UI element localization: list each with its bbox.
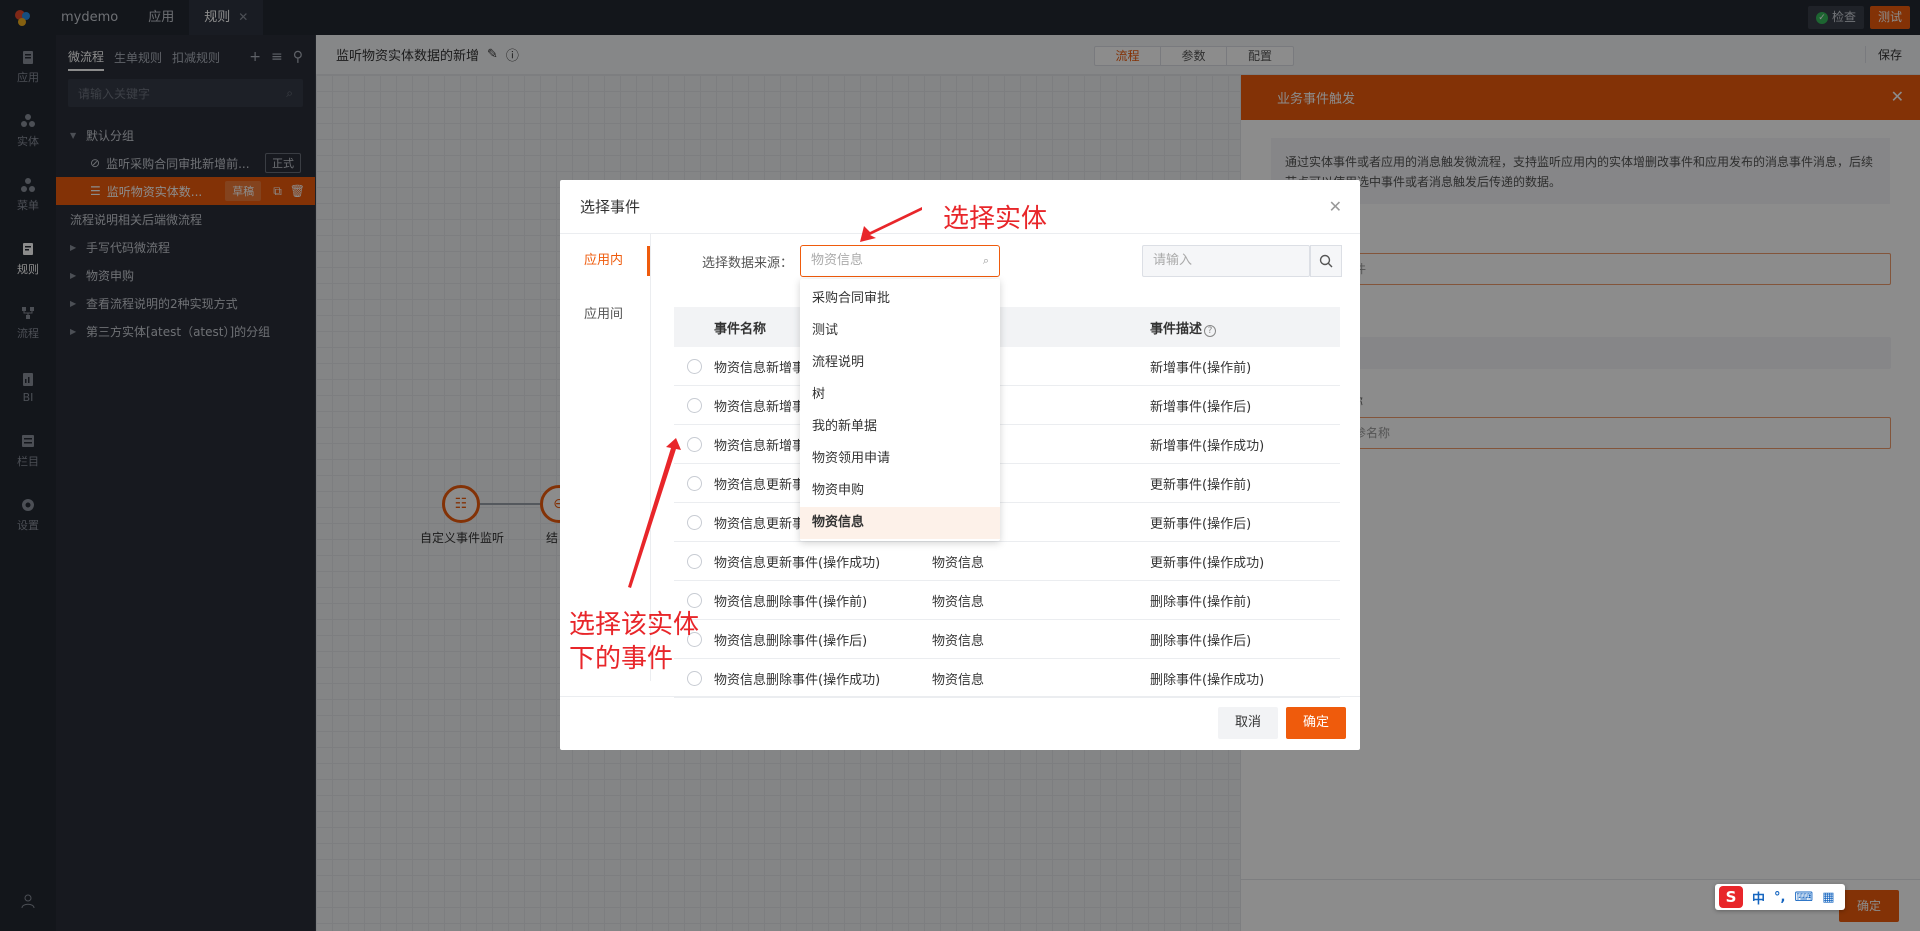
row-radio[interactable] [686,397,702,413]
source-select-value: 物资信息 [811,253,864,268]
event-name-cell: 物资信息删除事件(操作后) [714,633,868,649]
help-icon[interactable]: ? [1204,324,1217,337]
event-desc-cell: 更新事件(操作前) [1150,477,1252,493]
grid-icon[interactable]: ▦ [1822,890,1834,905]
dropdown-option[interactable]: 物资信息 [800,507,1000,539]
row-radio[interactable] [686,553,702,569]
table-row[interactable]: 物资信息更新事件(操作成功) 物资信息 更新事件(操作成功) [674,542,1340,581]
event-name-cell: 物资信息删除事件(操作成功) [714,672,881,688]
event-table: 事件名称 事件描述? 物资信息新增事件(操作前)物资信息新增事件(操作前)物资信… [674,307,1340,698]
dropdown-option[interactable]: 物资申购 [800,475,1000,507]
event-name-cell: 物资信息删除事件(操作前) [714,594,868,610]
table-row[interactable]: 物资信息删除事件(操作后) 物资信息 删除事件(操作后) [674,620,1340,659]
entity-cell: 物资信息 [932,555,985,571]
annotation-select-entity: 选择实体 [943,204,1048,234]
event-desc-cell: 删除事件(操作后) [1150,633,1252,649]
row-radio[interactable] [686,670,702,686]
ime-toolbar[interactable]: S 中 °, ⌨ ▦ [1715,884,1845,910]
table-row[interactable]: 物资信息更新事件(操作前)物资信息更新事件(操作前) [674,464,1340,503]
event-search-input[interactable]: 请输入 [1142,245,1310,277]
table-row[interactable]: 物资信息删除事件(操作前) 物资信息 删除事件(操作前) [674,581,1340,620]
cancel-button[interactable]: 取消 [1218,707,1278,739]
event-desc-cell: 删除事件(操作成功) [1150,672,1265,688]
confirm-button[interactable]: 确定 [1286,707,1346,739]
entity-cell: 物资信息 [932,672,985,688]
dropdown-option[interactable]: 测试 [800,315,1000,347]
row-radio[interactable] [686,592,702,608]
row-radio[interactable] [686,475,702,491]
table-row[interactable]: 物资信息更新事件(操作后)物资信息更新事件(操作后) [674,503,1340,542]
dropdown-option[interactable]: 物资领用申请 [800,443,1000,475]
dialog-title: 选择事件 [580,198,641,216]
table-row[interactable]: 物资信息新增事件(操作成功)物资信息新增事件(操作成功) [674,425,1340,464]
source-label: 选择数据来源： [702,256,794,271]
event-desc-cell: 新增事件(操作前) [1150,360,1252,376]
event-desc-cell: 新增事件(操作后) [1150,399,1252,415]
event-name-cell: 物资信息更新事件(操作成功) [714,555,881,571]
dropdown-option[interactable]: 流程说明 [800,347,1000,379]
entity-cell: 物资信息 [932,633,985,649]
event-desc-cell: 更新事件(操作后) [1150,516,1252,532]
row-radio[interactable] [686,436,702,452]
table-row[interactable]: 物资信息新增事件(操作前)物资信息新增事件(操作前) [674,347,1340,386]
row-radio[interactable] [686,514,702,530]
side-tab-in-app[interactable]: 应用内 [560,234,650,288]
event-desc-cell: 更新事件(操作成功) [1150,555,1265,571]
ime-lang[interactable]: 中 [1752,888,1765,907]
search-icon [1319,254,1333,268]
table-row[interactable]: 物资信息新增事件(操作后)物资信息新增事件(操作后) [674,386,1340,425]
close-icon[interactable]: ✕ [1329,197,1342,216]
annotation-select-events-1: 选择该实体 [569,610,700,640]
annotation-select-events-2: 下的事件 [569,644,674,674]
table-row[interactable]: 物资信息删除事件(操作成功) 物资信息 删除事件(操作成功) [674,659,1340,698]
col-event-desc: 事件描述? [1150,318,1340,337]
source-dropdown: 采购合同审批 测试 流程说明树我的新单据 物资领用申请 物资申购 物资信息 [800,279,1000,541]
search-icon: ⌕ [982,254,989,267]
ime-punct[interactable]: °, [1774,890,1785,905]
event-desc-cell: 删除事件(操作前) [1150,594,1252,610]
dropdown-option[interactable]: 树 [800,379,1000,411]
search-button[interactable] [1310,245,1342,277]
event-desc-cell: 新增事件(操作成功) [1150,438,1265,454]
col-event-desc-label: 事件描述 [1150,321,1203,337]
keyboard-icon[interactable]: ⌨ [1794,890,1813,905]
dropdown-option[interactable]: 采购合同审批 [800,283,1000,315]
select-event-dialog: 选择事件 ✕ 应用内 应用间 选择数据来源： 物资信息 ⌕ 请输入 事件名称 事… [560,180,1360,750]
entity-cell: 物资信息 [932,594,985,610]
side-tab-cross-app[interactable]: 应用间 [560,288,650,342]
row-radio[interactable] [686,358,702,374]
dropdown-option[interactable]: 我的新单据 [800,411,1000,443]
table-header: 事件名称 事件描述? [674,307,1340,347]
sogou-logo-icon: S [1719,886,1743,908]
source-select[interactable]: 物资信息 ⌕ [800,245,1000,277]
